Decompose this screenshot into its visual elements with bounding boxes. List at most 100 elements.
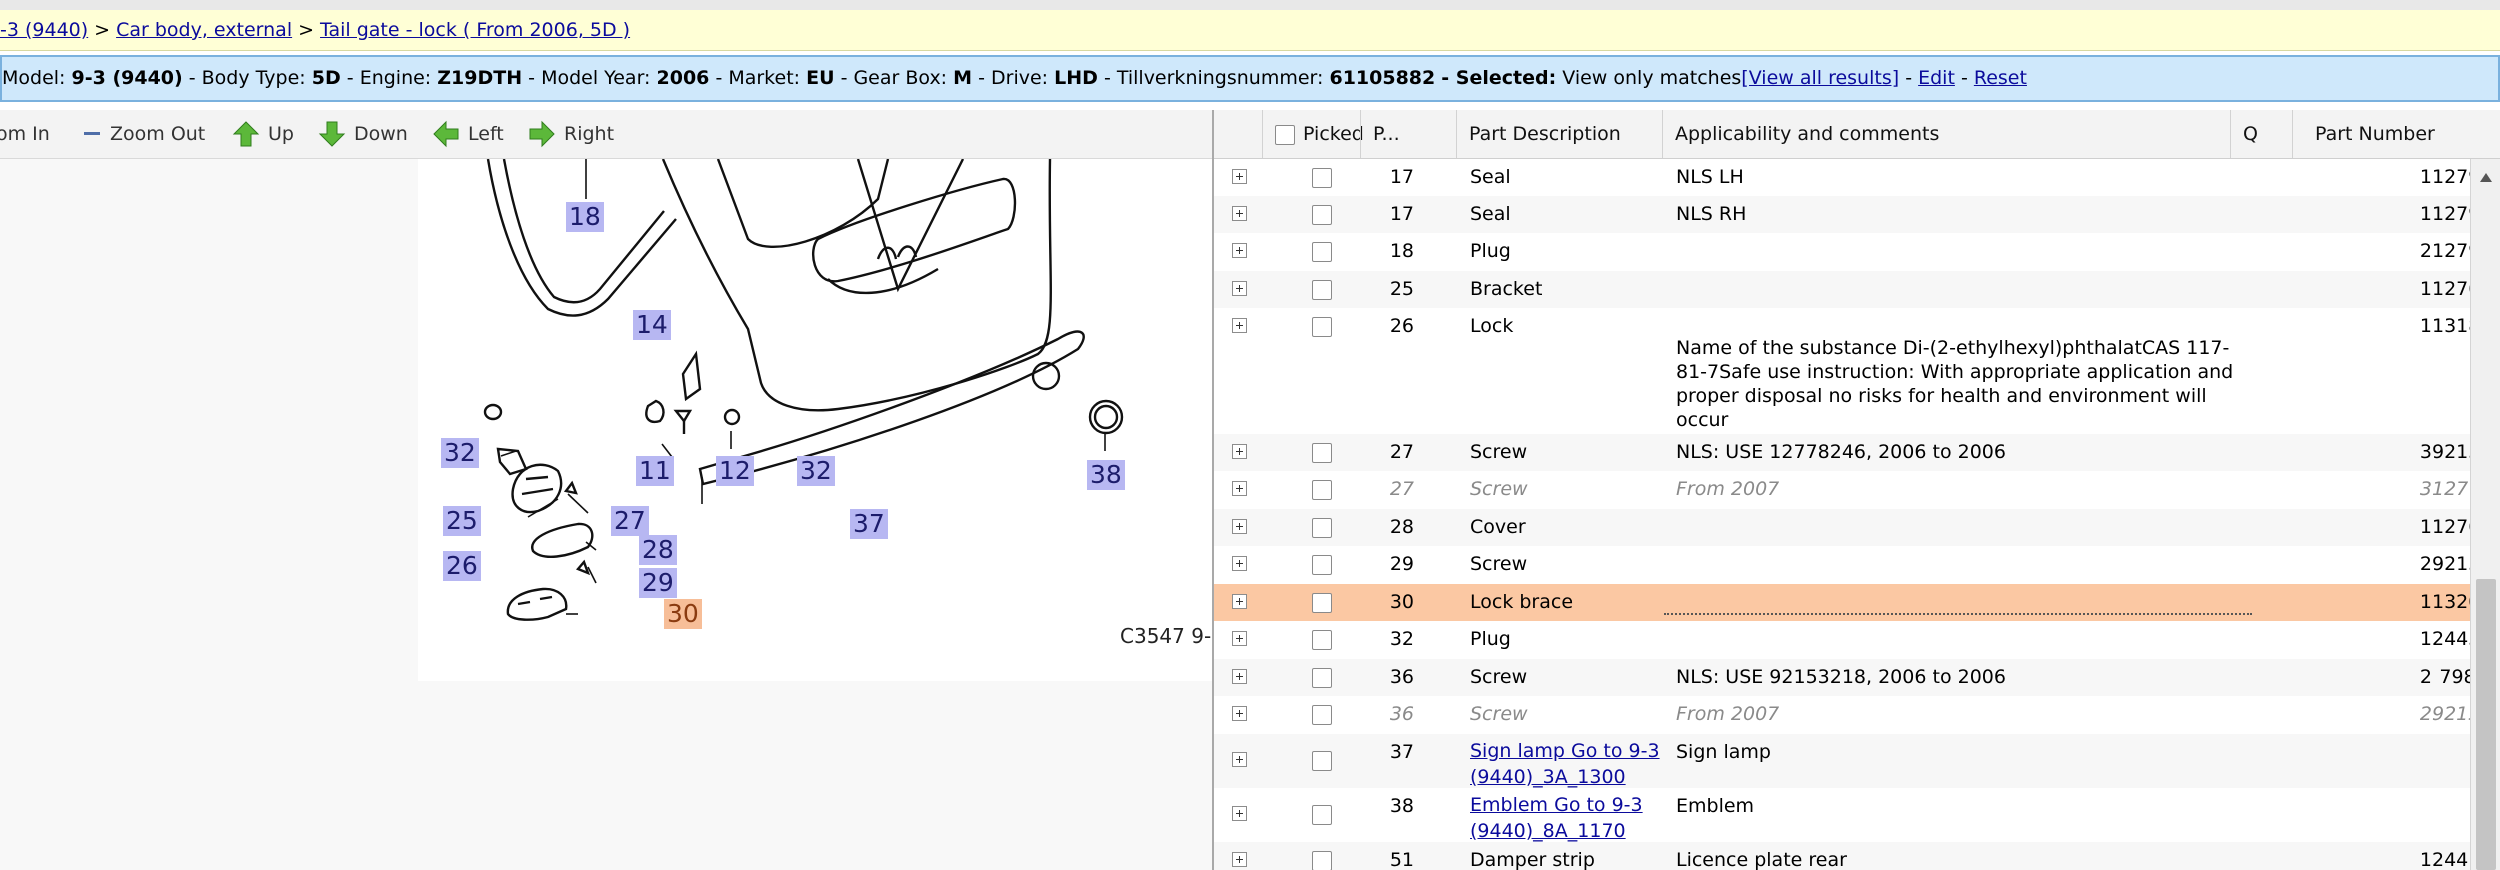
applicability: NLS: USE 12778246, 2006 to 2006 xyxy=(1676,441,2006,463)
expand-icon[interactable] xyxy=(1232,206,1247,221)
table-row[interactable]: 25 Bracket 1 12767824 xyxy=(1214,271,2500,308)
picked-checkbox[interactable] xyxy=(1312,630,1332,650)
engine-label: - Engine: xyxy=(346,67,432,89)
callout-25[interactable]: 25 xyxy=(443,506,481,536)
picked-checkbox[interactable] xyxy=(1312,668,1332,688)
expand-icon[interactable] xyxy=(1232,318,1247,333)
callout-29[interactable]: 29 xyxy=(639,568,677,598)
picked-checkbox[interactable] xyxy=(1312,205,1332,225)
expand-icon[interactable] xyxy=(1232,631,1247,646)
picked-checkbox[interactable] xyxy=(1312,705,1332,725)
down-button[interactable]: Down xyxy=(318,120,408,148)
scroll-up-icon[interactable] xyxy=(2480,173,2492,182)
expand-icon[interactable] xyxy=(1232,852,1247,867)
expand-icon[interactable] xyxy=(1232,444,1247,459)
picked-checkbox[interactable] xyxy=(1312,317,1332,337)
right-button[interactable]: Right xyxy=(528,120,614,148)
breadcrumb-group-link[interactable]: Car body, external xyxy=(116,19,292,41)
diagram-canvas xyxy=(418,159,1212,681)
view-all-results-link[interactable]: [View all results] xyxy=(1741,67,1899,89)
callout-27[interactable]: 27 xyxy=(611,506,649,536)
expand-icon[interactable] xyxy=(1232,669,1247,684)
picked-checkbox[interactable] xyxy=(1312,555,1332,575)
expand-icon[interactable] xyxy=(1232,556,1247,571)
table-row[interactable]: 27 Screw From 2007 3 12778246 xyxy=(1214,471,2500,509)
breadcrumb-separator: > xyxy=(94,19,111,41)
expand-icon[interactable] xyxy=(1232,706,1247,721)
position: 27 xyxy=(1389,478,1414,500)
drive-label: - Drive: xyxy=(978,67,1049,89)
separator: - xyxy=(1905,67,1913,89)
callout-37[interactable]: 37 xyxy=(850,509,888,539)
zoom-in-button[interactable]: om In xyxy=(0,120,50,148)
expand-icon[interactable] xyxy=(1232,169,1247,184)
table-row[interactable]: 36 Screw NLS: USE 92153218, 2006 to 2006… xyxy=(1214,659,2500,696)
position-column-header[interactable]: P... xyxy=(1360,110,1456,158)
callout-38[interactable]: 38 xyxy=(1087,460,1125,490)
quantity-column-header[interactable]: Q xyxy=(2230,110,2292,158)
table-row[interactable]: 37 Sign lamp Go to 9-3 (9440)_3A_1300 Si… xyxy=(1214,734,2470,788)
left-button[interactable]: Left xyxy=(432,120,504,148)
quantity: 3 xyxy=(2419,441,2432,463)
edit-link[interactable]: Edit xyxy=(1918,67,1955,89)
callout-32[interactable]: 32 xyxy=(797,456,835,486)
picked-checkbox[interactable] xyxy=(1312,851,1332,870)
callout-28[interactable]: 28 xyxy=(639,535,677,565)
scrollbar-thumb[interactable] xyxy=(2476,579,2496,870)
select-all-checkbox[interactable] xyxy=(1275,124,1295,145)
table-scrollbar[interactable] xyxy=(2470,159,2500,870)
picked-checkbox[interactable] xyxy=(1312,593,1332,613)
parts-diagram[interactable]: 18 14 32 11 12 32 38 37 25 27 26 28 29 3… xyxy=(0,159,1212,870)
callout-18[interactable]: 18 xyxy=(566,202,604,232)
picked-checkbox[interactable] xyxy=(1312,518,1332,538)
table-row[interactable]: 27 Screw NLS: USE 12778246, 2006 to 2006… xyxy=(1214,434,2500,471)
callout-32[interactable]: 32 xyxy=(441,438,479,468)
applicability: Emblem xyxy=(1676,795,1755,817)
picked-checkbox[interactable] xyxy=(1312,280,1332,300)
part-description: Screw xyxy=(1470,553,1528,575)
breadcrumb: -3 (9440) > Car body, external > Tail gate -… xyxy=(0,10,2500,51)
expand-icon[interactable] xyxy=(1232,519,1247,534)
table-row[interactable]: 18 Plug 2 12794953 xyxy=(1214,233,2500,271)
emblem-link[interactable]: Emblem Go to 9-3 (9440)_8A_1170 xyxy=(1470,792,1665,844)
table-row[interactable]: 51 Damper strip Licence plate rear 1 244… xyxy=(1214,842,2500,870)
reset-link[interactable]: Reset xyxy=(1974,67,2027,89)
table-row-selected[interactable]: 30 Lock brace 1 13203495 xyxy=(1214,584,2500,621)
callout-11[interactable]: 11 xyxy=(636,456,674,486)
table-row[interactable]: 28 Cover 1 12762210 xyxy=(1214,509,2500,546)
callout-30[interactable]: 30 xyxy=(664,599,702,629)
picked-checkbox[interactable] xyxy=(1312,443,1332,463)
zoom-out-label: Zoom Out xyxy=(110,123,206,145)
picked-checkbox[interactable] xyxy=(1312,168,1332,188)
picked-checkbox[interactable] xyxy=(1312,805,1332,825)
table-row[interactable]: 29 Screw 2 92152010 xyxy=(1214,546,2500,584)
picked-checkbox[interactable] xyxy=(1312,480,1332,500)
part-number-column-header[interactable]: Part Number xyxy=(2292,110,2500,158)
description-column-header[interactable]: Part Description xyxy=(1456,110,1662,158)
picked-checkbox[interactable] xyxy=(1312,751,1332,771)
breadcrumb-page-link[interactable]: Tail gate - lock ( From 2006, 5D ) xyxy=(320,19,630,41)
body-label: - Body Type: xyxy=(188,67,306,89)
table-row[interactable]: 36 Screw From 2007 2 92153218 xyxy=(1214,696,2500,734)
table-row[interactable]: 38 Emblem Go to 9-3 (9440)_8A_1170 Emble… xyxy=(1214,788,2470,842)
zoom-out-button[interactable]: Zoom Out xyxy=(82,120,205,148)
table-row[interactable]: 17 Seal NLS LH 1 12791802 xyxy=(1214,159,2500,196)
position: 37 xyxy=(1389,741,1414,763)
callout-14[interactable]: 14 xyxy=(633,310,671,340)
table-row[interactable]: 26 Lock 1 13188852 Name of the substance… xyxy=(1214,308,2500,434)
callout-26[interactable]: 26 xyxy=(443,551,481,581)
callout-12[interactable]: 12 xyxy=(716,456,754,486)
expand-icon[interactable] xyxy=(1232,243,1247,258)
up-button[interactable]: Up xyxy=(232,120,294,148)
applicability-column-header[interactable]: Applicability and comments xyxy=(1662,110,2230,158)
expand-icon[interactable] xyxy=(1232,594,1247,609)
sign-lamp-link[interactable]: Sign lamp Go to 9-3 (9440)_3A_1300 xyxy=(1470,738,1665,790)
expand-icon[interactable] xyxy=(1232,481,1247,496)
expand-icon[interactable] xyxy=(1232,806,1247,821)
table-row[interactable]: 17 Seal NLS RH 1 12795203 xyxy=(1214,196,2500,233)
picked-checkbox[interactable] xyxy=(1312,242,1332,262)
table-row[interactable]: 32 Plug 1 24436714 xyxy=(1214,621,2500,659)
expand-icon[interactable] xyxy=(1232,752,1247,767)
breadcrumb-model-link[interactable]: -3 (9440) xyxy=(0,19,88,41)
expand-icon[interactable] xyxy=(1232,281,1247,296)
